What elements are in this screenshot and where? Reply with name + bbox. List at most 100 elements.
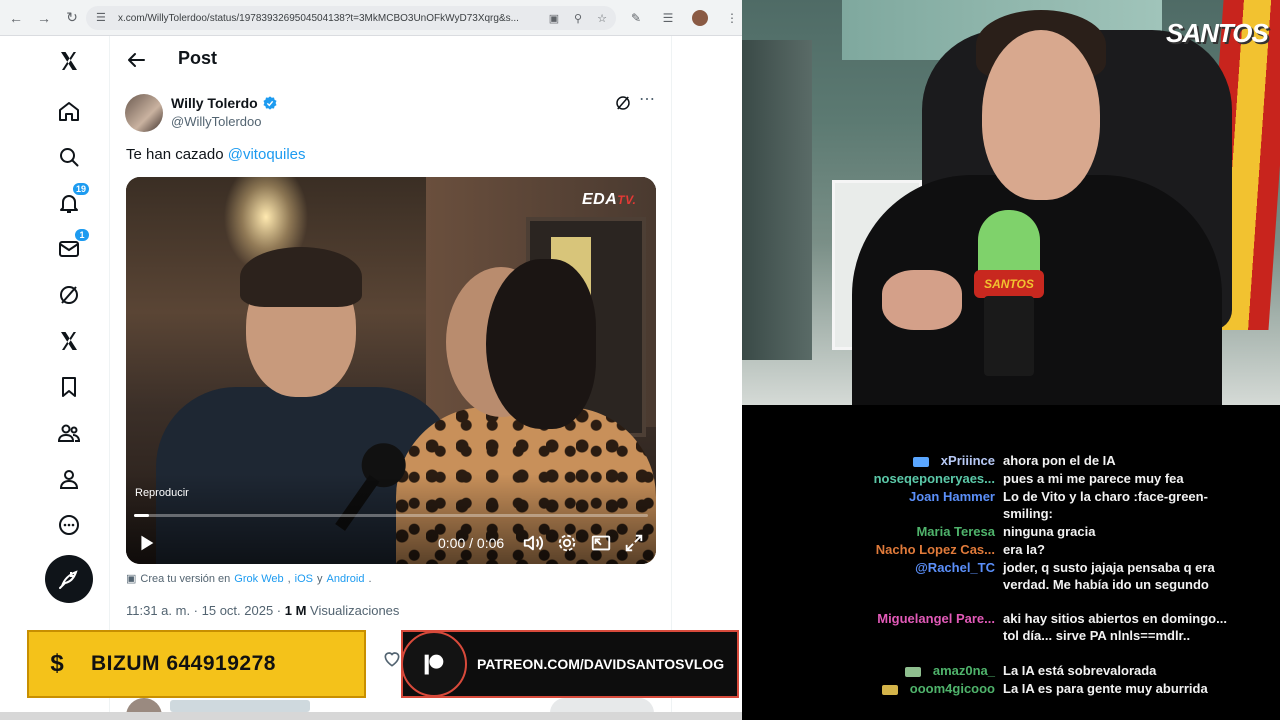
like-heart-icon[interactable] bbox=[382, 649, 402, 669]
x-logo-icon[interactable] bbox=[46, 38, 92, 84]
notifications-icon[interactable]: 19 bbox=[46, 180, 92, 226]
browser-menu-icon[interactable]: ⋮ bbox=[720, 6, 742, 30]
chat-username-text: Joan Hammer bbox=[909, 489, 995, 504]
video-player[interactable]: EDATV. Reproducir 0:00 / 0:06 bbox=[126, 177, 656, 564]
chat-message-text: ninguna gracia bbox=[1003, 524, 1096, 539]
more-icon[interactable]: ⋯ bbox=[639, 92, 657, 112]
settings-gear-icon[interactable] bbox=[556, 532, 578, 554]
patreon-banner: PATREON.COM/DAVIDSANTOSVLOG bbox=[401, 630, 739, 698]
mention-link[interactable]: @vitoquiles bbox=[228, 146, 306, 163]
site-settings-icon[interactable]: ☰ bbox=[96, 11, 110, 25]
chat-username[interactable]: Maria Teresa bbox=[916, 523, 995, 540]
chat-message-text: pues a mi me parece muy fea bbox=[1003, 471, 1184, 486]
browser-toolbar: ← → ↻ ☰ x.com/WillyTolerdoo/status/19783… bbox=[0, 0, 742, 36]
forward-icon[interactable]: → bbox=[30, 4, 58, 32]
reload-icon[interactable]: ↻ bbox=[58, 4, 86, 32]
notifications-badge: 19 bbox=[71, 182, 90, 196]
profile-icon[interactable] bbox=[46, 456, 92, 502]
video-progress-bar[interactable] bbox=[134, 514, 648, 517]
chat-username-text: amaz0na_ bbox=[932, 663, 995, 678]
communities-icon[interactable] bbox=[46, 410, 92, 456]
chat-message-text: aki hay sitios abiertos en domingo... to… bbox=[1003, 611, 1227, 643]
play-tooltip: Reproducir bbox=[135, 487, 189, 499]
grok-ios-link[interactable]: iOS bbox=[295, 573, 313, 585]
author-handle[interactable]: @WillyTolerdoo bbox=[171, 114, 262, 129]
chat-message-text: Lo de Vito y la charo :face-green-smilin… bbox=[1003, 489, 1208, 521]
install-app-icon[interactable]: ▣ bbox=[544, 8, 564, 28]
zoom-icon[interactable]: ⚲ bbox=[568, 8, 588, 28]
video-progress-fill bbox=[134, 514, 150, 517]
chat-username[interactable]: Joan Hammer bbox=[909, 488, 995, 505]
webcam-feed: SANTOS SANTOS bbox=[742, 0, 1280, 405]
chat-username[interactable]: amaz0na_ bbox=[904, 662, 995, 679]
messages-icon[interactable]: 1 bbox=[46, 226, 92, 272]
home-icon[interactable] bbox=[46, 88, 92, 134]
watermark-suffix: TV. bbox=[617, 193, 637, 207]
author-name[interactable]: Willy Tolerdo bbox=[171, 95, 258, 111]
messages-badge: 1 bbox=[74, 228, 90, 242]
chat-message-text: ahora pon el de IA bbox=[1003, 453, 1116, 468]
chat-username[interactable]: @Rachel_TC bbox=[915, 559, 995, 576]
grok-explain-icon[interactable] bbox=[614, 94, 632, 112]
chat-message-text: joder, q susto jajaja pensaba q era verd… bbox=[1003, 560, 1215, 592]
fullscreen-icon[interactable] bbox=[623, 532, 645, 554]
live-chat: xPriiince ahora pon el de IA noseqeponerya… bbox=[742, 405, 1280, 720]
post-text-body: Te han cazado bbox=[126, 146, 228, 163]
media-control-icon[interactable]: ☰ bbox=[656, 6, 680, 30]
patreon-logo-icon bbox=[401, 631, 467, 697]
chat-username-text: @Rachel_TC bbox=[915, 560, 995, 575]
grok-icon[interactable] bbox=[46, 272, 92, 318]
grok-sep: y bbox=[317, 572, 323, 585]
chat-badge-icon bbox=[912, 456, 929, 467]
chat-username-text: ooom4gicooo bbox=[909, 681, 995, 696]
grok-create-line: ▣ Crea tu versión en Grok Web, iOS y And… bbox=[126, 572, 372, 586]
watermark-text: EDA bbox=[582, 191, 618, 208]
grok-android-link[interactable]: Android bbox=[327, 573, 365, 585]
chat-username[interactable]: xPriiince bbox=[912, 452, 995, 469]
timestamp-date[interactable]: 11:31 a. m. · 15 oct. 2025 · bbox=[126, 603, 285, 618]
verified-badge-icon bbox=[263, 96, 277, 110]
extensions-icon[interactable]: ✎ bbox=[624, 6, 648, 30]
grok-sep: , bbox=[287, 572, 291, 585]
feather-icon bbox=[59, 570, 78, 589]
chat-username-text: xPriiince bbox=[940, 453, 995, 468]
author-avatar[interactable] bbox=[125, 94, 163, 132]
address-bar[interactable]: ☰ x.com/WillyTolerdoo/status/19783932695… bbox=[86, 6, 616, 30]
back-arrow-icon[interactable] bbox=[124, 48, 148, 72]
play-icon[interactable] bbox=[135, 532, 157, 554]
url-text: x.com/WillyTolerdoo/status/1978393269504… bbox=[118, 12, 519, 24]
search-icon[interactable] bbox=[46, 134, 92, 180]
post-timestamp: 11:31 a. m. · 15 oct. 2025 · 1 M Visuali… bbox=[126, 603, 399, 618]
compose-post-button[interactable] bbox=[45, 555, 93, 603]
channel-logo: SANTOS bbox=[1166, 18, 1269, 48]
mic-brand-label: SANTOS bbox=[974, 270, 1044, 298]
more-options-icon[interactable] bbox=[46, 502, 92, 548]
volume-icon[interactable] bbox=[522, 532, 544, 554]
chat-username[interactable]: Nacho Lopez Cas... bbox=[876, 541, 995, 558]
bookmark-star-icon[interactable]: ☆ bbox=[592, 8, 612, 28]
browser-actions: ✎ ☰ ⋮ bbox=[624, 6, 742, 30]
grok-web-link[interactable]: Grok Web bbox=[234, 573, 283, 585]
chat-message-text: era Ia? bbox=[1003, 542, 1045, 557]
chat-badge-icon bbox=[904, 666, 921, 677]
streamer-face bbox=[982, 30, 1100, 200]
chat-badge-icon bbox=[881, 684, 898, 695]
views-count: 1 M bbox=[284, 603, 307, 618]
display-cabinet bbox=[742, 40, 812, 360]
bookmarks-icon[interactable] bbox=[46, 364, 92, 410]
back-icon[interactable]: ← bbox=[2, 4, 30, 32]
chat-username-text: Maria Teresa bbox=[916, 524, 995, 539]
chat-username[interactable]: ooom4gicooo bbox=[881, 680, 995, 697]
profile-avatar[interactable] bbox=[688, 6, 712, 30]
video-time: 0:00 / 0:06 bbox=[438, 535, 505, 551]
video-watermark: EDATV. bbox=[582, 191, 636, 209]
studio-microphone: SANTOS bbox=[974, 210, 1044, 376]
chat-username[interactable]: Miguelangel Pare... bbox=[877, 610, 995, 627]
stream-layout: ← → ↻ ☰ x.com/WillyTolerdoo/status/19783… bbox=[0, 0, 1280, 720]
chat-username[interactable]: noseqeponeryaes... bbox=[874, 470, 995, 487]
grok-image-icon: ▣ bbox=[126, 573, 137, 585]
picture-in-picture-icon[interactable] bbox=[590, 532, 612, 554]
streamer-hand bbox=[882, 270, 962, 330]
premium-x-icon[interactable] bbox=[46, 318, 92, 364]
chat-username-text: Miguelangel Pare... bbox=[877, 611, 995, 626]
